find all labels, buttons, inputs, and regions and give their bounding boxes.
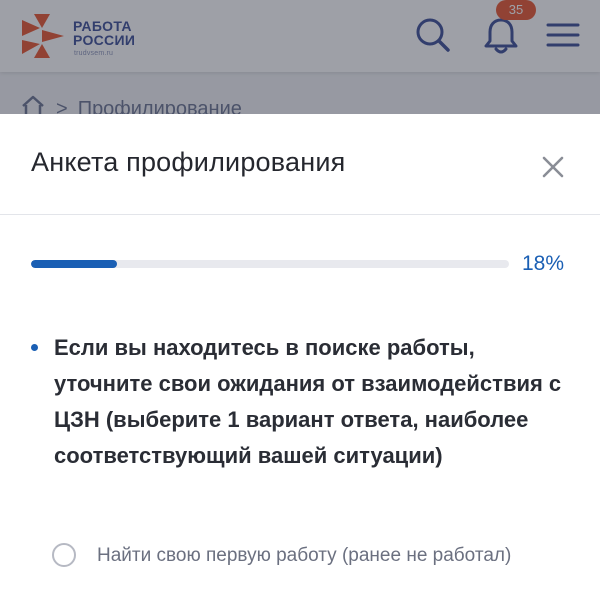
progress-label: 18% (522, 252, 565, 275)
modal-title: Анкета профилирования (31, 147, 346, 177)
progress-fill (31, 260, 117, 268)
answer-option[interactable]: Найти свою первую работу (ранее не работ… (52, 538, 572, 598)
radio-button[interactable] (52, 543, 76, 567)
progress-bar (31, 260, 509, 268)
close-icon (542, 156, 564, 178)
bullet-icon (31, 344, 38, 351)
modal-divider (0, 214, 600, 215)
close-button[interactable] (540, 154, 566, 180)
profiling-modal: Анкета профилирования 18% Если вы находи… (0, 114, 600, 600)
question-text: Если вы находитесь в поиске работы, уточ… (54, 335, 562, 468)
answer-option-label: Найти свою первую работу (ранее не работ… (97, 545, 512, 566)
